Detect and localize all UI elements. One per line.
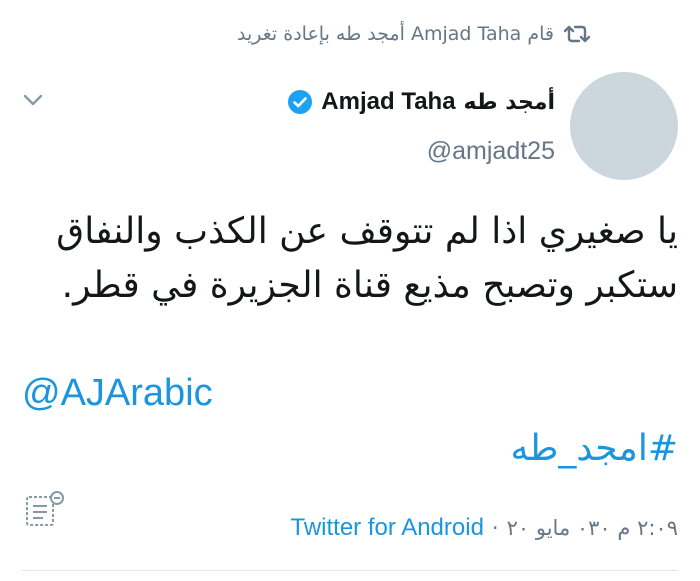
analytics-icon[interactable] <box>24 490 68 530</box>
retweet-icon <box>564 25 590 43</box>
tweet-timestamp[interactable]: ٢:٠٩ م ٠٣٠ مايو ٢٠ <box>507 516 678 540</box>
author-name-arabic: أمجد طه <box>463 89 555 115</box>
tweet-text: يا صغيري اذا لم تتوقف عن الكذب والنفاق س… <box>56 211 678 306</box>
tweet-source[interactable]: Twitter for Android <box>291 514 484 542</box>
verified-badge-icon <box>288 90 313 114</box>
author-name-english: Amjad Taha <box>321 88 456 115</box>
chevron-down-icon[interactable] <box>22 92 44 108</box>
avatar[interactable] <box>570 72 678 180</box>
mention-link[interactable]: @AJArabic <box>22 372 213 415</box>
divider <box>22 570 678 571</box>
meta-separator: · <box>491 516 499 540</box>
author-handle[interactable]: @amjadt25 <box>427 137 555 166</box>
author-header[interactable]: أمجد طه Amjad Taha <box>287 82 555 122</box>
retweet-context[interactable]: قام Amjad Taha أمجد طه بإعادة تغريد <box>237 18 590 50</box>
retweet-label: قام Amjad Taha أمجد طه بإعادة تغريد <box>237 23 554 45</box>
hashtag-link[interactable]: #امجد_طه <box>510 428 678 469</box>
tweet-meta: ٢:٠٩ م ٠٣٠ مايو ٢٠ · Twitter for Android <box>291 510 679 546</box>
